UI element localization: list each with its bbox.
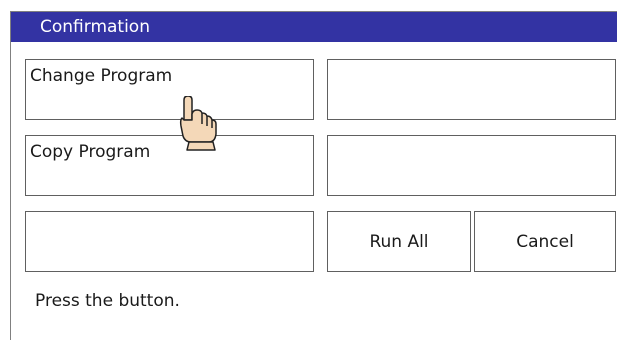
empty-button-r2c2[interactable] <box>327 135 616 196</box>
copy-program-button[interactable]: Copy Program <box>25 135 314 196</box>
change-program-button[interactable]: Change Program <box>25 59 314 120</box>
status-message: Press the button. <box>35 291 180 311</box>
cancel-button[interactable]: Cancel <box>474 211 616 272</box>
dialog-title: Confirmation <box>11 12 617 42</box>
run-all-button[interactable]: Run All <box>327 211 471 272</box>
pointing-hand-icon <box>179 96 217 151</box>
empty-button-r1c2[interactable] <box>327 59 616 120</box>
empty-button-r3c1[interactable] <box>25 211 314 272</box>
